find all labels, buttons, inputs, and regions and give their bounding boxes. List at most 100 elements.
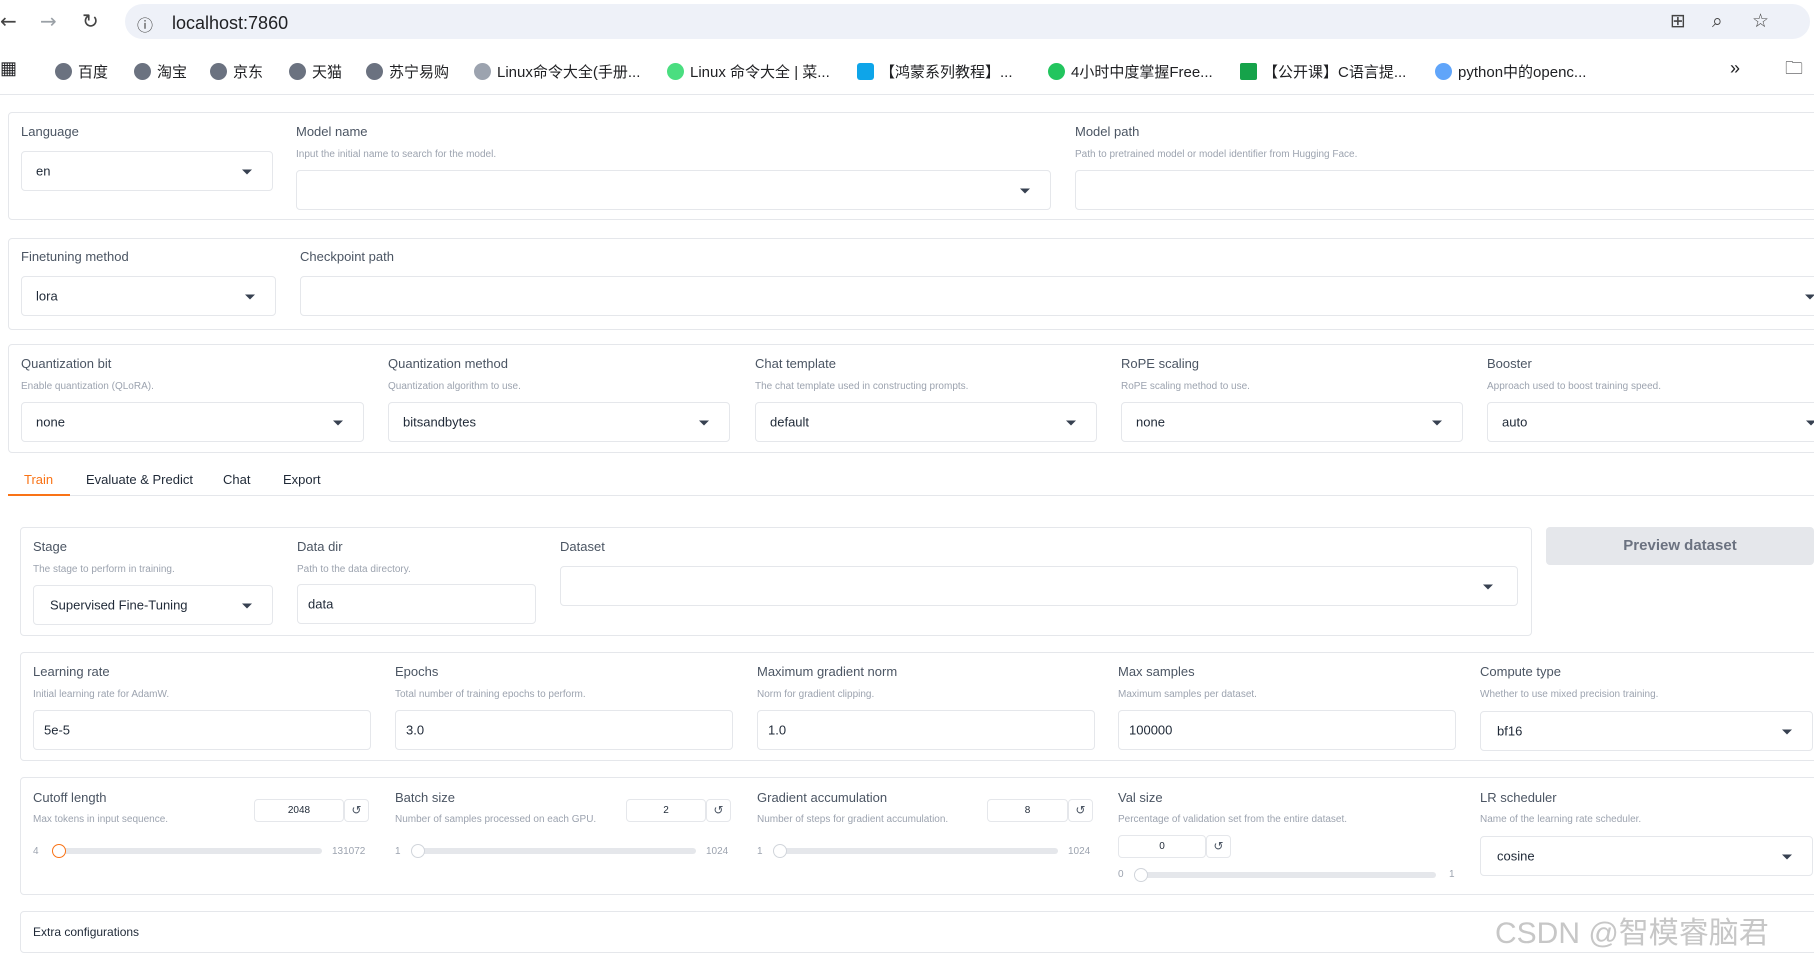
translate-icon[interactable]: ⊞ bbox=[1670, 10, 1686, 32]
grad-acc-max: 1024 bbox=[1068, 846, 1091, 857]
quantization-method-dropdown[interactable]: bitsandbytes bbox=[388, 402, 730, 442]
tabs-divider bbox=[8, 495, 1814, 496]
browser-toolbar: ← → ↻ ⓘ localhost:7860 ⊞ ⌕ ☆ bbox=[0, 0, 1814, 42]
tab-evaluate-predict[interactable]: Evaluate & Predict bbox=[86, 472, 193, 487]
tab-train[interactable]: Train bbox=[24, 472, 53, 487]
course-icon bbox=[1240, 63, 1257, 80]
model-name-dropdown[interactable] bbox=[296, 170, 1051, 210]
dataset-label: Dataset bbox=[560, 539, 605, 554]
chevron-down-icon bbox=[1782, 854, 1792, 860]
max-grad-norm-input[interactable]: 1.0 bbox=[757, 710, 1095, 750]
model-path-input[interactable] bbox=[1075, 170, 1814, 210]
bookmark-item[interactable]: 淘宝 bbox=[134, 61, 187, 82]
reset-icon[interactable]: ↺ bbox=[1068, 799, 1093, 822]
chat-template-label: Chat template bbox=[755, 356, 836, 371]
apps-grid-icon[interactable]: ▦ bbox=[0, 58, 17, 79]
slider-thumb[interactable] bbox=[1134, 868, 1148, 882]
bookmark-item[interactable]: python中的openc... bbox=[1435, 61, 1586, 82]
reload-icon[interactable]: ↻ bbox=[82, 10, 99, 32]
learning-rate-label: Learning rate bbox=[33, 664, 110, 679]
bookmark-item[interactable]: 苏宁易购 bbox=[366, 61, 449, 82]
compute-type-dropdown[interactable]: bf16 bbox=[1480, 711, 1813, 751]
batch-size-info: Number of samples processed on each GPU. bbox=[395, 814, 597, 825]
chat-template-dropdown[interactable]: default bbox=[755, 402, 1097, 442]
finetuning-method-dropdown[interactable]: lora bbox=[21, 276, 276, 316]
cutoff-length-slider[interactable] bbox=[52, 848, 322, 854]
site-info-icon[interactable]: ⓘ bbox=[137, 12, 153, 36]
star-icon[interactable]: ☆ bbox=[1752, 10, 1769, 32]
booster-info: Approach used to boost training speed. bbox=[1487, 381, 1662, 392]
cutoff-length-info: Max tokens in input sequence. bbox=[33, 814, 169, 825]
cutoff-max: 131072 bbox=[332, 846, 366, 857]
finetuning-method-label: Finetuning method bbox=[21, 249, 129, 264]
bookmark-item[interactable]: Linux命令大全(手册... bbox=[474, 61, 640, 82]
quantization-bit-label: Quantization bit bbox=[21, 356, 112, 371]
lr-scheduler-dropdown[interactable]: cosine bbox=[1480, 836, 1813, 876]
chevron-down-icon bbox=[1483, 584, 1493, 590]
quantization-method-label: Quantization method bbox=[388, 356, 508, 371]
epochs-input[interactable]: 3.0 bbox=[395, 710, 733, 750]
val-size-number[interactable]: 0 bbox=[1118, 835, 1206, 858]
reset-icon[interactable]: ↺ bbox=[1206, 835, 1231, 858]
chevron-down-icon bbox=[333, 420, 343, 426]
bookmark-item[interactable]: 京东 bbox=[210, 61, 263, 82]
back-icon[interactable]: ← bbox=[0, 10, 17, 32]
url-text: localhost:7860 bbox=[172, 13, 289, 33]
max-samples-info: Maximum samples per dataset. bbox=[1118, 689, 1257, 700]
language-dropdown[interactable]: en bbox=[21, 151, 273, 191]
rope-scaling-info: RoPE scaling method to use. bbox=[1121, 381, 1250, 392]
address-bar[interactable]: ⓘ localhost:7860 ⊞ ⌕ ☆ bbox=[125, 4, 1810, 39]
quantization-bit-dropdown[interactable]: none bbox=[21, 402, 364, 442]
active-tab-indicator bbox=[8, 494, 70, 496]
bookmark-item[interactable]: 【鸿蒙系列教程】... bbox=[857, 61, 1013, 82]
val-size-slider[interactable] bbox=[1134, 872, 1436, 878]
forward-icon[interactable]: → bbox=[40, 10, 57, 32]
dataset-dropdown[interactable] bbox=[560, 566, 1518, 606]
booster-dropdown[interactable]: auto bbox=[1487, 402, 1814, 442]
zoom-icon[interactable]: ⌕ bbox=[1712, 10, 1723, 32]
stage-info: The stage to perform in training. bbox=[33, 564, 175, 575]
bookmark-item[interactable]: 【公开课】C语言提... bbox=[1240, 61, 1406, 82]
gradient-accumulation-number[interactable]: 8 bbox=[987, 799, 1068, 822]
reset-icon[interactable]: ↺ bbox=[344, 799, 369, 822]
lr-scheduler-info: Name of the learning rate scheduler. bbox=[1480, 814, 1642, 825]
more-bookmarks-icon[interactable]: » bbox=[1730, 58, 1740, 79]
bookmark-item[interactable]: 天猫 bbox=[289, 61, 342, 82]
globe-icon bbox=[366, 63, 383, 80]
reset-icon[interactable]: ↺ bbox=[706, 799, 731, 822]
runoob-icon bbox=[667, 63, 684, 80]
bookmark-item[interactable]: 4小时中度掌握Free... bbox=[1048, 61, 1213, 82]
cutoff-length-number[interactable]: 2048 bbox=[254, 799, 344, 822]
checkpoint-path-dropdown[interactable] bbox=[300, 276, 1814, 316]
preview-dataset-button[interactable]: Preview dataset bbox=[1546, 527, 1814, 565]
data-dir-input[interactable]: data bbox=[297, 584, 536, 624]
stage-dropdown[interactable]: Supervised Fine-Tuning bbox=[33, 585, 273, 625]
compute-type-label: Compute type bbox=[1480, 664, 1561, 679]
tab-export[interactable]: Export bbox=[283, 472, 321, 487]
batch-size-slider[interactable] bbox=[411, 848, 696, 854]
folder-icon[interactable]: 🗀 bbox=[1785, 56, 1803, 86]
batch-size-number[interactable]: 2 bbox=[626, 799, 706, 822]
gradient-accumulation-slider[interactable] bbox=[773, 848, 1058, 854]
rope-scaling-dropdown[interactable]: none bbox=[1121, 402, 1463, 442]
tab-chat[interactable]: Chat bbox=[223, 472, 250, 487]
gradient-accumulation-info: Number of steps for gradient accumulatio… bbox=[757, 814, 949, 825]
val-size-info: Percentage of validation set from the en… bbox=[1118, 814, 1348, 825]
max-grad-norm-info: Norm for gradient clipping. bbox=[757, 689, 875, 700]
slider-thumb[interactable] bbox=[411, 844, 425, 858]
data-dir-label: Data dir bbox=[297, 539, 343, 554]
cutoff-length-label: Cutoff length bbox=[33, 790, 107, 805]
linux-icon bbox=[474, 63, 491, 80]
learning-rate-input[interactable]: 5e-5 bbox=[33, 710, 371, 750]
slider-thumb[interactable] bbox=[52, 844, 66, 858]
extra-configurations-label: Extra configurations bbox=[33, 925, 140, 939]
bookmark-item[interactable]: 百度 bbox=[55, 61, 108, 82]
grad-acc-min: 1 bbox=[757, 846, 763, 857]
chevron-down-icon bbox=[1066, 420, 1076, 426]
bookmark-item[interactable]: Linux 命令大全 | 菜... bbox=[667, 61, 830, 82]
val-size-max: 1 bbox=[1449, 869, 1455, 880]
slider-thumb[interactable] bbox=[773, 844, 787, 858]
max-samples-label: Max samples bbox=[1118, 664, 1195, 679]
chevron-down-icon bbox=[245, 294, 255, 300]
max-samples-input[interactable]: 100000 bbox=[1118, 710, 1456, 750]
